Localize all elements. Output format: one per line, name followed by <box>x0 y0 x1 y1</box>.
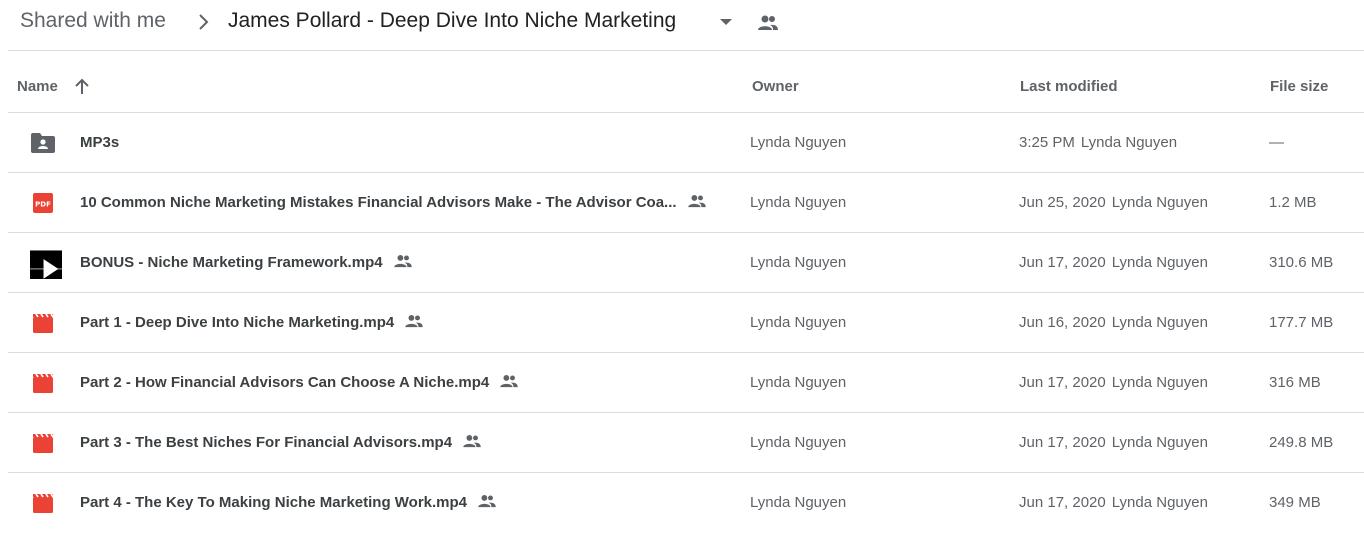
file-list: MP3s Lynda Nguyen 3:25 PM Lynda Nguyen — … <box>8 113 1364 533</box>
column-modified-header[interactable]: Last modified <box>1020 78 1118 95</box>
file-size: 316 MB <box>1269 374 1321 391</box>
video-file-icon <box>33 433 54 453</box>
file-size: 1.2 MB <box>1269 194 1317 211</box>
modified-date: 3:25 PM <box>1019 134 1075 151</box>
file-modified: 3:25 PM Lynda Nguyen <box>1019 134 1177 151</box>
modified-date: Jun 17, 2020 <box>1019 434 1106 451</box>
file-name: BONUS - Niche Marketing Framework.mp4 <box>80 254 413 271</box>
shared-folder-icon <box>31 133 55 153</box>
file-size: 177.7 MB <box>1269 314 1334 331</box>
modified-by: Lynda Nguyen <box>1080 134 1178 151</box>
video-file-icon <box>33 313 54 333</box>
file-row[interactable]: Part 1 - Deep Dive Into Niche Marketing.… <box>8 293 1364 353</box>
shared-people-icon <box>758 15 778 30</box>
file-name: Part 3 - The Best Niches For Financial A… <box>80 434 482 451</box>
file-name: Part 2 - How Financial Advisors Can Choo… <box>80 374 519 391</box>
video-thumbnail-icon <box>30 250 62 279</box>
modified-date: Jun 25, 2020 <box>1019 194 1106 211</box>
file-name-text: BONUS - Niche Marketing Framework.mp4 <box>80 254 383 271</box>
file-owner: Lynda Nguyen <box>750 254 847 271</box>
file-name-text: Part 1 - Deep Dive Into Niche Marketing.… <box>80 314 395 331</box>
modified-by: Lynda Nguyen <box>1111 494 1208 511</box>
file-modified: Jun 17, 2020 Lynda Nguyen <box>1019 494 1208 511</box>
modified-date: Jun 17, 2020 <box>1019 494 1106 511</box>
file-size: 249.8 MB <box>1269 434 1334 451</box>
file-owner: Lynda Nguyen <box>750 134 847 151</box>
file-owner: Lynda Nguyen <box>750 434 847 451</box>
file-row[interactable]: Part 4 - The Key To Making Niche Marketi… <box>8 473 1364 533</box>
chevron-right-icon <box>199 14 209 30</box>
modified-by: Lynda Nguyen <box>1111 374 1208 391</box>
video-file-icon <box>33 493 54 513</box>
file-modified: Jun 17, 2020 Lynda Nguyen <box>1019 374 1208 391</box>
file-row[interactable]: BONUS - Niche Marketing Framework.mp4 Ly… <box>8 233 1364 293</box>
file-row[interactable]: Part 2 - How Financial Advisors Can Choo… <box>8 353 1364 413</box>
shared-people-icon <box>405 315 423 328</box>
file-name: 10 Common Niche Marketing Mistakes Finan… <box>80 194 707 211</box>
file-row[interactable]: PDF 10 Common Niche Marketing Mistakes F… <box>8 173 1364 233</box>
breadcrumb-current-folder[interactable]: James Pollard - Deep Dive Into Niche Mar… <box>228 9 676 33</box>
caret-down-icon[interactable] <box>717 15 735 29</box>
modified-by: Lynda Nguyen <box>1111 434 1208 451</box>
file-row[interactable]: MP3s Lynda Nguyen 3:25 PM Lynda Nguyen — <box>8 113 1364 173</box>
file-size: 310.6 MB <box>1269 254 1334 271</box>
shared-people-icon <box>500 375 519 388</box>
file-row[interactable]: Part 3 - The Best Niches For Financial A… <box>8 413 1364 473</box>
file-name: Part 4 - The Key To Making Niche Marketi… <box>80 494 497 511</box>
modified-date: Jun 17, 2020 <box>1019 254 1106 271</box>
shared-people-icon <box>478 495 496 508</box>
file-name-text: Part 4 - The Key To Making Niche Marketi… <box>80 494 468 511</box>
column-name-header[interactable]: Name <box>17 78 58 95</box>
sort-arrow-up-icon[interactable] <box>74 78 90 96</box>
pdf-file-icon: PDF <box>33 193 53 213</box>
breadcrumb-root-link[interactable]: Shared with me <box>20 9 166 33</box>
shared-people-icon <box>393 255 412 268</box>
file-name-text: 10 Common Niche Marketing Mistakes Finan… <box>80 194 677 211</box>
modified-by: Lynda Nguyen <box>1111 194 1208 211</box>
file-size: 349 MB <box>1269 494 1321 511</box>
column-size-header[interactable]: File size <box>1270 78 1328 95</box>
file-owner: Lynda Nguyen <box>750 194 847 211</box>
file-modified: Jun 17, 2020 Lynda Nguyen <box>1019 434 1208 451</box>
file-owner: Lynda Nguyen <box>750 314 847 331</box>
svg-text:PDF: PDF <box>35 201 51 209</box>
breadcrumb: Shared with me James Pollard - Deep Dive… <box>8 0 1364 51</box>
modified-by: Lynda Nguyen <box>1111 314 1208 331</box>
shared-people-icon <box>463 435 481 448</box>
column-header-row: Name Owner Last modified File size <box>8 52 1364 113</box>
modified-date: Jun 16, 2020 <box>1019 314 1106 331</box>
file-size: — <box>1269 134 1284 151</box>
column-owner-header[interactable]: Owner <box>752 78 799 95</box>
file-modified: Jun 25, 2020 Lynda Nguyen <box>1019 194 1208 211</box>
video-file-icon <box>33 373 54 393</box>
file-name-text: Part 3 - The Best Niches For Financial A… <box>80 434 453 451</box>
file-modified: Jun 16, 2020 Lynda Nguyen <box>1019 314 1208 331</box>
modified-date: Jun 17, 2020 <box>1019 374 1106 391</box>
file-name: MP3s <box>80 134 120 151</box>
modified-by: Lynda Nguyen <box>1111 254 1208 271</box>
file-owner: Lynda Nguyen <box>750 494 847 511</box>
file-name-text: Part 2 - How Financial Advisors Can Choo… <box>80 374 490 391</box>
file-owner: Lynda Nguyen <box>750 374 847 391</box>
file-name: Part 1 - Deep Dive Into Niche Marketing.… <box>80 314 424 331</box>
shared-people-icon <box>687 195 706 208</box>
file-modified: Jun 17, 2020 Lynda Nguyen <box>1019 254 1208 271</box>
